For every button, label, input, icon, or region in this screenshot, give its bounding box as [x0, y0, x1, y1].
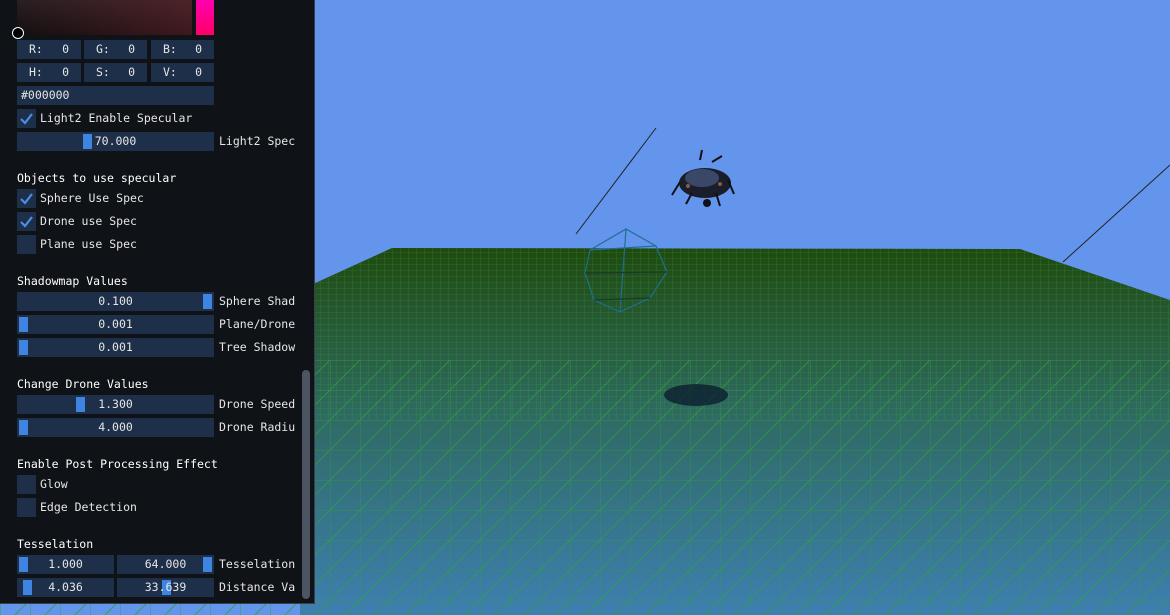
checkbox-label: Sphere Use Spec [40, 191, 144, 205]
checkmark-icon [20, 216, 33, 228]
hsv-s-label: S: [96, 65, 110, 79]
hsv-s-field[interactable]: S: 0 [84, 63, 147, 82]
drone-shadow [664, 384, 728, 406]
color-picker-cursor[interactable] [12, 27, 24, 39]
hsv-h-label: H: [29, 65, 43, 79]
checkbox-box[interactable] [17, 475, 36, 494]
slider-value: 4.000 [98, 420, 133, 434]
slider-value: 64.000 [144, 557, 187, 571]
rgb-g-label: G: [96, 42, 110, 56]
hsv-h-field[interactable]: H: 0 [17, 63, 81, 82]
tesselation-label: Tesselation [219, 557, 296, 571]
light2-direction-line [1062, 164, 1170, 263]
slider-value: 1.000 [48, 557, 83, 571]
rgb-r-field[interactable]: R: 0 [17, 40, 81, 59]
tree-shadow-label: Tree Shadow [219, 340, 296, 354]
drone-speed-slider[interactable]: 1.300 [17, 395, 214, 414]
distance-min-slider[interactable]: 4.036 [17, 578, 114, 597]
checkmark-icon [20, 113, 33, 125]
plane-drone-shadow-slider[interactable]: 0.001 [17, 315, 214, 334]
section-shadowmap: Shadowmap Values [17, 274, 128, 288]
checkbox-box[interactable] [17, 498, 36, 517]
rgb-g-field[interactable]: G: 0 [84, 40, 147, 59]
light2-spec-label: Light2 Spec [219, 134, 296, 148]
checkmark-icon [20, 193, 33, 205]
sphere-shadow-label: Sphere Shad [219, 294, 296, 308]
tesselation-min-slider[interactable]: 1.000 [17, 555, 114, 574]
hsv-s-value: 0 [128, 65, 135, 79]
imgui-settings-panel[interactable]: R: 0 G: 0 B: 0 H: 0 S: 0 V: 0 #000000 Li… [0, 0, 315, 604]
slider-value: 0.100 [98, 294, 133, 308]
drone-radius-label: Drone Radiu [219, 420, 296, 434]
color-picker-sv-square[interactable] [17, 0, 192, 35]
hsv-v-field[interactable]: V: 0 [151, 63, 214, 82]
light-direction-line [575, 127, 657, 235]
checkbox-box[interactable] [17, 189, 36, 208]
drone-speed-label: Drone Speed [219, 397, 296, 411]
hsv-v-label: V: [163, 65, 177, 79]
checkbox-box[interactable] [17, 235, 36, 254]
rgb-b-value: 0 [195, 42, 202, 56]
checkbox-box[interactable] [17, 109, 36, 128]
tesselation-max-slider[interactable]: 64.000 [117, 555, 214, 574]
drone-radius-slider[interactable]: 4.000 [17, 418, 214, 437]
slider-value: 0.001 [98, 340, 133, 354]
slider-value: 33.639 [144, 580, 187, 594]
distance-max-slider[interactable]: 33.639 [117, 578, 214, 597]
checkbox-label: Edge Detection [40, 500, 137, 514]
drone-model [671, 149, 735, 207]
checkbox-label: Drone use Spec [40, 214, 137, 228]
rgb-b-label: B: [163, 42, 177, 56]
slider-value: 70.000 [94, 134, 137, 148]
section-post-processing: Enable Post Processing Effect [17, 457, 218, 471]
slider-value: 4.036 [48, 580, 83, 594]
rgb-b-field[interactable]: B: 0 [151, 40, 214, 59]
hex-color-input[interactable]: #000000 [17, 86, 214, 105]
distance-label: Distance Va [219, 580, 296, 594]
checkbox-label: Glow [40, 477, 68, 491]
panel-scrollbar[interactable] [302, 370, 310, 599]
rgb-r-value: 0 [62, 42, 69, 56]
light2-spec-slider[interactable]: 70.000 [17, 132, 214, 151]
section-objects-specular: Objects to use specular [17, 171, 177, 185]
hsv-v-value: 0 [195, 65, 202, 79]
color-picker-hue-bar[interactable] [196, 0, 214, 35]
rgb-r-label: R: [29, 42, 43, 56]
rgb-g-value: 0 [128, 42, 135, 56]
slider-value: 0.001 [98, 317, 133, 331]
sphere-shadow-slider[interactable]: 0.100 [17, 292, 214, 311]
tree-shadow-slider[interactable]: 0.001 [17, 338, 214, 357]
hsv-h-value: 0 [62, 65, 69, 79]
section-drone-values: Change Drone Values [17, 377, 149, 391]
plane-drone-shadow-label: Plane/Drone [219, 317, 296, 331]
section-tesselation: Tesselation [17, 537, 94, 551]
checkbox-box[interactable] [17, 212, 36, 231]
checkbox-label: Plane use Spec [40, 237, 137, 251]
checkbox-label: Light2 Enable Specular [40, 111, 193, 125]
slider-value: 1.300 [98, 397, 133, 411]
